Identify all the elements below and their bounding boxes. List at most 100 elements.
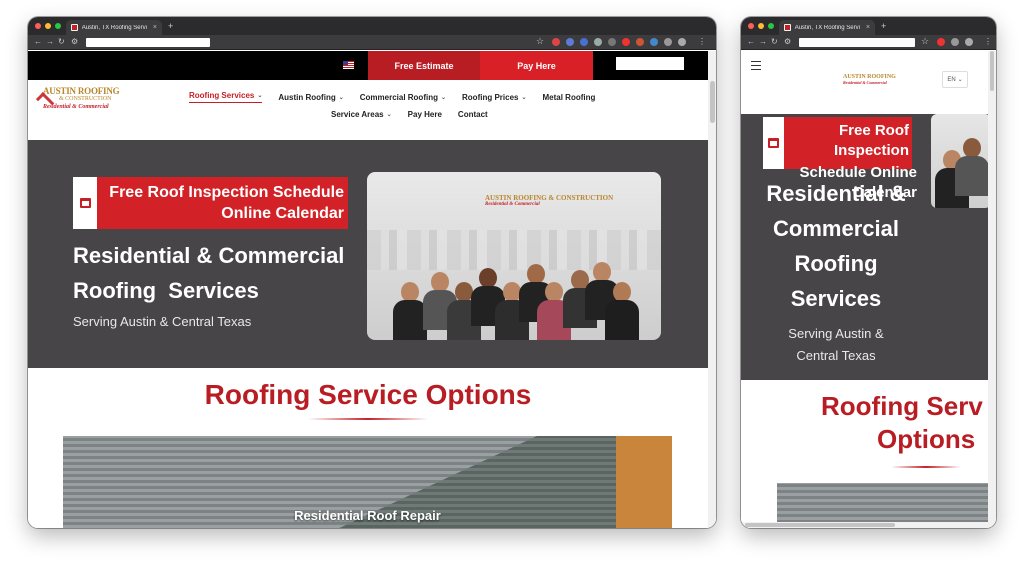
address-bar[interactable] bbox=[799, 38, 915, 47]
address-bar[interactable] bbox=[86, 38, 210, 47]
site-settings-icon[interactable]: ⚙ bbox=[71, 37, 78, 46]
vertical-scrollbar[interactable] bbox=[708, 51, 716, 528]
calendar-icon-box bbox=[763, 117, 784, 169]
section-title: Roofing Serv Options bbox=[821, 390, 996, 456]
extension-icon[interactable] bbox=[594, 38, 602, 46]
site-logo[interactable]: AUSTIN ROOFING & CONSTRUCTION Residentia… bbox=[35, 86, 128, 120]
back-arrow-icon[interactable]: ← bbox=[34, 37, 42, 46]
site-logo[interactable]: AUSTIN ROOFING Residential & Commercial bbox=[843, 74, 896, 85]
horizontal-scrollbar[interactable] bbox=[741, 522, 988, 528]
photo-logo: AUSTIN ROOFING & CONSTRUCTION Residentia… bbox=[485, 194, 613, 207]
nav-service-areas[interactable]: Service Areas ⌄ bbox=[331, 110, 392, 119]
hero-heading: Residential & Commercial Roofing Service… bbox=[751, 176, 921, 316]
close-window-button[interactable] bbox=[748, 23, 754, 29]
free-estimate-button[interactable]: Free Estimate bbox=[368, 51, 480, 80]
pay-here-button[interactable]: Pay Here bbox=[480, 51, 593, 80]
photo-logo-text: AUSTIN ROOFING & CONSTRUCTION bbox=[485, 194, 614, 202]
new-tab-button[interactable]: + bbox=[168, 21, 173, 31]
hero-subheading: Serving Austin & Central Texas bbox=[761, 323, 911, 367]
banner-line-1: Free Roof Inspection Schedule bbox=[109, 184, 344, 201]
site-favicon-icon bbox=[71, 24, 78, 31]
free-inspection-banner[interactable]: Free Roof Inspection bbox=[763, 117, 912, 169]
banner-text: Free Roof Inspection Schedule Online Cal… bbox=[97, 177, 348, 229]
maximize-window-button[interactable] bbox=[55, 23, 61, 29]
main-nav-row-1: Roofing Services ⌄ Austin Roofing ⌄ Commer… bbox=[189, 91, 595, 103]
close-window-button[interactable] bbox=[35, 23, 41, 29]
site-header: AUSTIN ROOFING & CONSTRUCTION Residentia… bbox=[28, 80, 708, 140]
window-controls bbox=[35, 23, 61, 29]
browser-menu-icon[interactable]: ⋮ bbox=[984, 37, 992, 46]
chevron-down-icon: ⌄ bbox=[440, 94, 447, 101]
hero-section: Free Roof Inspection Schedule Online Cal… bbox=[28, 140, 708, 368]
calendar-icon bbox=[768, 138, 779, 148]
top-utility-bar: Free Estimate Pay Here bbox=[28, 51, 708, 80]
new-tab-button[interactable]: + bbox=[881, 21, 886, 31]
extension-icon[interactable] bbox=[580, 38, 588, 46]
nav-label: Metal Roofing bbox=[542, 92, 596, 102]
extension-icon[interactable] bbox=[650, 38, 658, 46]
site-settings-icon[interactable]: ⚙ bbox=[784, 37, 791, 46]
browser-menu-icon[interactable]: ⋮ bbox=[698, 37, 706, 46]
reload-icon[interactable]: ↻ bbox=[771, 37, 778, 46]
team-member bbox=[955, 138, 989, 196]
service-card-image[interactable] bbox=[777, 483, 988, 523]
extension-icon[interactable] bbox=[622, 38, 630, 46]
tab-title: Austin, TX Roofing Servic bbox=[81, 24, 147, 31]
nav-austin-roofing[interactable]: Austin Roofing ⌄ bbox=[278, 91, 343, 103]
profile-avatar-icon[interactable] bbox=[965, 38, 973, 46]
forward-arrow-icon[interactable]: → bbox=[46, 37, 54, 46]
calendar-icon bbox=[79, 198, 91, 208]
free-inspection-banner[interactable]: Free Roof Inspection Schedule Online Cal… bbox=[73, 177, 348, 229]
back-arrow-icon[interactable]: ← bbox=[747, 37, 755, 46]
nav-pay-here[interactable]: Pay Here bbox=[408, 110, 442, 119]
extension-icon[interactable] bbox=[636, 38, 644, 46]
logo-subtitle: & CONSTRUCTION bbox=[59, 96, 112, 102]
hero-heading-line-3: Roofing bbox=[794, 251, 878, 276]
nav-roofing-prices[interactable]: Roofing Prices ⌄ bbox=[462, 91, 526, 103]
banner-line-2: Inspection bbox=[833, 142, 909, 159]
mobile-browser-window: Austin, TX Roofing Servic × + ← → ↻ ⚙ ☆ … bbox=[741, 17, 996, 528]
extensions-puzzle-icon[interactable] bbox=[664, 38, 672, 46]
extension-icon[interactable] bbox=[566, 38, 574, 46]
extension-icon[interactable] bbox=[552, 38, 560, 46]
us-flag-icon[interactable] bbox=[343, 61, 354, 69]
language-selector[interactable] bbox=[616, 57, 684, 70]
title-divider bbox=[891, 466, 961, 468]
bookmark-star-icon[interactable]: ☆ bbox=[921, 36, 929, 47]
language-selector[interactable]: EN ⌄ bbox=[942, 71, 968, 88]
vertical-scrollbar[interactable] bbox=[988, 51, 996, 528]
nav-label: Austin Roofing bbox=[278, 92, 336, 102]
browser-tab[interactable]: Austin, TX Roofing Servic × bbox=[779, 20, 875, 35]
maximize-window-button[interactable] bbox=[768, 23, 774, 29]
service-options-section: Roofing Service Options Residential Roof… bbox=[28, 368, 708, 528]
service-card-residential-roof-repair[interactable]: Residential Roof Repair bbox=[63, 436, 672, 528]
section-title-line-1: Roofing Serv bbox=[821, 391, 983, 421]
nav-contact[interactable]: Contact bbox=[458, 110, 488, 119]
nav-commercial-roofing[interactable]: Commercial Roofing ⌄ bbox=[360, 91, 446, 103]
chevron-down-icon: ⌄ bbox=[957, 77, 963, 83]
reload-icon[interactable]: ↻ bbox=[58, 37, 65, 46]
hero-heading-line-4: Services bbox=[790, 286, 882, 311]
browser-tab[interactable]: Austin, TX Roofing Servic × bbox=[66, 20, 162, 35]
extension-icon[interactable] bbox=[937, 38, 945, 46]
hero-subheading: Serving Austin & Central Texas bbox=[73, 314, 252, 329]
card-caption: Residential Roof Repair bbox=[294, 508, 441, 523]
minimize-window-button[interactable] bbox=[758, 23, 764, 29]
nav-label: Roofing Services bbox=[189, 91, 255, 100]
extensions-puzzle-icon[interactable] bbox=[951, 38, 959, 46]
main-nav-row-2: Service Areas ⌄ Pay Here Contact bbox=[331, 110, 488, 119]
bookmark-star-icon[interactable]: ☆ bbox=[536, 36, 544, 47]
hamburger-menu-icon[interactable] bbox=[751, 61, 761, 73]
nav-roofing-services[interactable]: Roofing Services ⌄ bbox=[189, 91, 263, 103]
scrollbar-thumb[interactable] bbox=[710, 81, 715, 123]
nav-label: Contact bbox=[457, 110, 488, 119]
tab-close-icon[interactable]: × bbox=[866, 24, 870, 31]
forward-arrow-icon[interactable]: → bbox=[759, 37, 767, 46]
extension-icon[interactable] bbox=[608, 38, 616, 46]
nav-metal-roofing[interactable]: Metal Roofing bbox=[543, 91, 596, 103]
profile-avatar-icon[interactable] bbox=[678, 38, 686, 46]
team-photo: AUSTIN ROOFING & CONSTRUCTION Residentia… bbox=[367, 172, 661, 340]
tab-strip: Austin, TX Roofing Servic × + bbox=[28, 17, 716, 35]
minimize-window-button[interactable] bbox=[45, 23, 51, 29]
tab-close-icon[interactable]: × bbox=[153, 24, 157, 31]
